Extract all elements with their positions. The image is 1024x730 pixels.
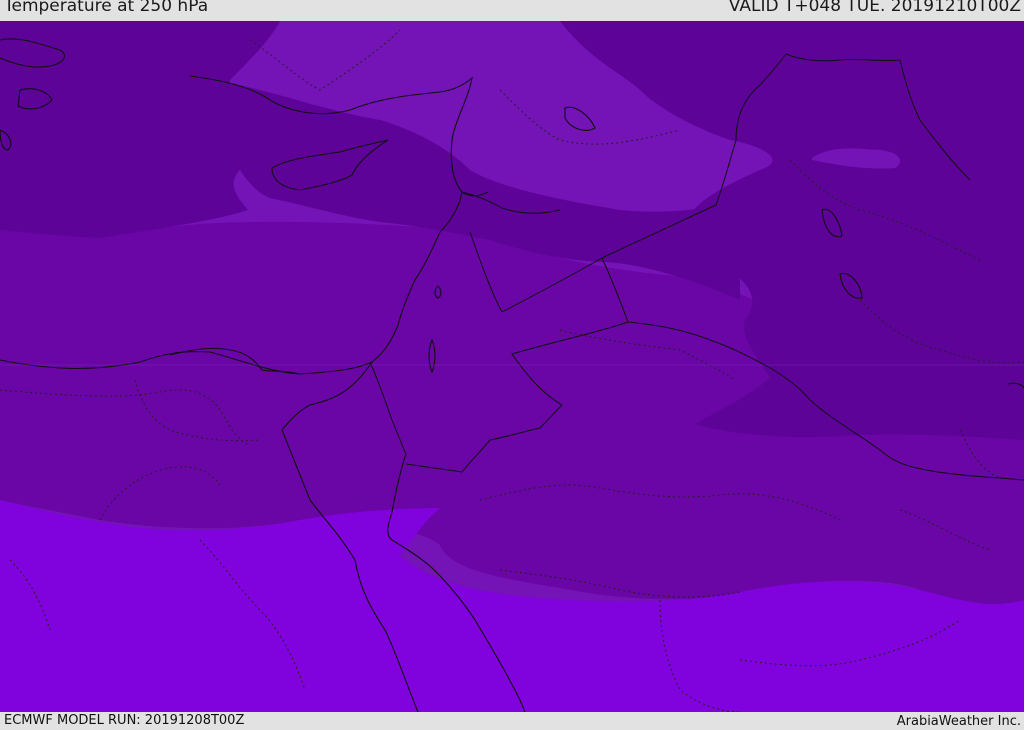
forecast-map	[0, 21, 1024, 712]
model-run: ECMWF MODEL RUN: 20191208T00Z	[4, 713, 245, 728]
provider-credit: ArabiaWeather Inc.	[896, 714, 1021, 729]
valid-time: VALID T+048 TUE. 20191210T00Z	[728, 0, 1021, 16]
map-canvas	[0, 21, 1024, 712]
map-footer: ECMWF MODEL RUN: 20191208T00Z ArabiaWeat…	[0, 712, 1024, 729]
map-header: Temperature at 250 hPa VALID T+048 TUE. …	[0, 0, 1024, 21]
map-title: Temperature at 250 hPa	[4, 0, 209, 16]
